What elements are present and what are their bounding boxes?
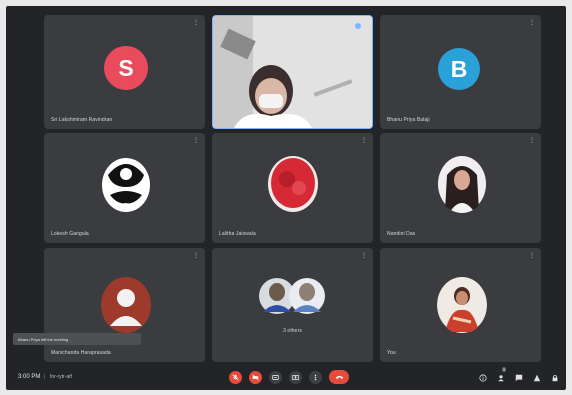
participant-tile-active[interactable]	[212, 15, 373, 129]
participant-tile-self[interactable]: ⋮ You	[380, 248, 541, 362]
host-controls-button[interactable]	[550, 373, 559, 382]
participant-tile[interactable]: ⋮ Nandini Das	[380, 133, 541, 243]
people-button[interactable]: 9	[496, 367, 507, 382]
participant-name: Lokesh Gangula	[51, 231, 89, 237]
avatar: B	[438, 48, 480, 90]
lock-icon	[552, 374, 557, 381]
meeting-window: ⋮ S Sri Lakshmiram Ravindran ⋮ B Bhanu P…	[6, 6, 566, 390]
participant-tile-group[interactable]: ⋮ 3 others	[212, 248, 373, 362]
participant-tile[interactable]: ⋮ S Sri Lakshmiram Ravindran	[44, 15, 205, 129]
more-options-icon[interactable]: ⋮	[361, 138, 367, 144]
mic-toggle-button[interactable]	[229, 371, 242, 384]
chat-icon	[515, 374, 522, 381]
leave-call-icon	[335, 375, 343, 380]
participant-tile[interactable]: ⋮ B Bhanu Priya Balaji	[380, 15, 541, 129]
chat-button[interactable]	[514, 373, 523, 382]
more-options-icon	[314, 374, 317, 381]
group-avatars	[259, 278, 325, 314]
avatar	[437, 277, 487, 333]
leave-call-button[interactable]	[329, 370, 349, 384]
more-options-icon[interactable]: ⋮	[529, 253, 535, 259]
avatar	[102, 158, 150, 212]
captions-button[interactable]	[269, 371, 282, 384]
notification-toast: Bhanu Priya left the meeting	[13, 333, 141, 345]
participant-name: Manichanda Haraprasada	[51, 350, 111, 356]
more-options-icon[interactable]: ⋮	[193, 253, 199, 259]
meeting-time: 3:00 PM	[18, 374, 41, 380]
avatar: S	[104, 46, 148, 90]
participant-name: You	[387, 350, 396, 356]
camera-off-icon	[252, 374, 259, 381]
captions-icon	[272, 375, 279, 380]
participant-name: Bhanu Priya Balaji	[387, 117, 430, 123]
mic-off-icon	[232, 374, 239, 381]
meeting-code: for-rytr-atf	[50, 374, 72, 380]
participant-tile[interactable]: ⋮ Lalitha Jaiswala	[212, 133, 373, 243]
more-options-icon[interactable]: ⋮	[193, 138, 199, 144]
meeting-controls-bar: 3:00 PM | for-rytr-atf 9	[6, 364, 566, 390]
info-button[interactable]	[478, 373, 487, 382]
more-options-icon[interactable]: ⋮	[529, 20, 535, 26]
more-options-button[interactable]	[309, 371, 322, 384]
present-icon	[292, 375, 299, 380]
activities-icon	[533, 374, 540, 381]
people-icon	[497, 374, 504, 381]
participant-name: Nandini Das	[387, 231, 416, 237]
participant-count-badge: 9	[502, 367, 507, 372]
camera-toggle-button[interactable]	[249, 371, 262, 384]
more-options-icon[interactable]: ⋮	[361, 253, 367, 259]
info-icon	[478, 373, 487, 382]
activities-button[interactable]	[532, 373, 541, 382]
separator: |	[44, 374, 46, 380]
participant-name: Sri Lakshmiram Ravindran	[51, 117, 113, 123]
participant-tile[interactable]: ⋮ Lokesh Gangula	[44, 133, 205, 243]
avatar	[268, 156, 318, 212]
more-options-icon[interactable]: ⋮	[193, 20, 199, 26]
avatar	[101, 277, 151, 333]
participant-name: Lalitha Jaiswala	[219, 231, 256, 237]
avatar	[438, 156, 486, 213]
participant-name: 3 others	[283, 328, 302, 334]
participant-video	[213, 16, 372, 128]
present-button[interactable]	[289, 371, 302, 384]
more-options-icon[interactable]: ⋮	[529, 138, 535, 144]
